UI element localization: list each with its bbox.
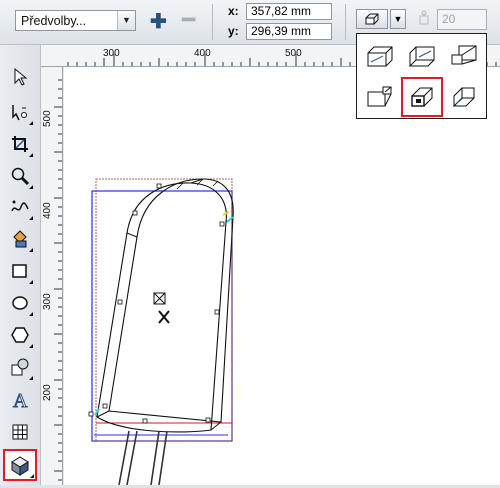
remove-preset-button[interactable]: ━ xyxy=(182,7,195,33)
extrude-tool-icon[interactable] xyxy=(3,449,37,481)
extruded-object[interactable] xyxy=(62,67,500,486)
smart-fill-tool-icon[interactable] xyxy=(6,225,34,253)
preset-dropdown[interactable]: Předvolby... ▼ xyxy=(15,10,136,31)
zoom-tool-icon[interactable] xyxy=(6,162,34,190)
extrusion-type-button[interactable] xyxy=(356,9,388,29)
chevron-down-icon[interactable]: ▼ xyxy=(117,11,135,30)
x-label: x: xyxy=(228,4,239,18)
extrusion-small-front-icon[interactable] xyxy=(402,37,442,75)
ruler-label-300-v: 300 xyxy=(42,293,53,310)
extrusion-type-icon xyxy=(365,13,379,25)
text-tool-icon[interactable]: A xyxy=(6,386,34,414)
extrusion-big-front-icon[interactable] xyxy=(360,78,400,116)
table-tool-icon[interactable] xyxy=(6,418,34,446)
vertical-ruler[interactable]: 500 400 300 200 xyxy=(41,67,63,485)
ruler-label-400-v: 400 xyxy=(42,202,53,219)
preset-value: Předvolby... xyxy=(21,14,87,28)
ruler-label-500-v: 500 xyxy=(42,110,53,127)
add-preset-button[interactable]: ✚ xyxy=(150,9,167,34)
pick-tool-icon[interactable] xyxy=(6,63,34,91)
extrusion-back-parallel-icon[interactable] xyxy=(401,77,443,117)
extrusion-type-popup xyxy=(356,33,487,119)
ruler-label-400: 400 xyxy=(194,48,211,59)
separator xyxy=(212,4,213,40)
crop-tool-icon[interactable] xyxy=(6,130,34,158)
extrusion-depth-field[interactable]: 20 xyxy=(437,9,487,30)
basic-shapes-tool-icon[interactable] xyxy=(6,353,34,381)
separator xyxy=(345,4,346,40)
y-coordinate-field[interactable]: 296,39 mm xyxy=(246,23,332,40)
extrusion-big-back-icon[interactable] xyxy=(444,37,484,75)
ruler-label-500: 500 xyxy=(285,48,302,59)
vertical-ruler-ticks xyxy=(54,79,62,481)
ruler-label-300: 300 xyxy=(103,48,120,59)
ruler-label-200-v: 200 xyxy=(42,384,53,401)
svg-text:A: A xyxy=(13,390,28,411)
polygon-tool-icon[interactable] xyxy=(6,321,34,349)
drawing-canvas[interactable] xyxy=(62,67,500,486)
extrusion-type-dropdown[interactable]: ▼ xyxy=(390,9,406,29)
ellipse-tool-icon[interactable] xyxy=(6,289,34,317)
shape-tool-icon[interactable] xyxy=(6,98,34,126)
freehand-tool-icon[interactable] xyxy=(6,193,34,221)
vanishing-point-icon xyxy=(416,10,434,31)
rectangle-tool-icon[interactable] xyxy=(6,257,34,285)
x-coordinate-field[interactable]: 357,82 mm xyxy=(246,3,332,20)
toolbox: A xyxy=(0,45,41,485)
extrusion-front-parallel-icon[interactable] xyxy=(444,78,484,116)
y-label: y: xyxy=(228,24,239,38)
extrusion-small-back-icon[interactable] xyxy=(360,37,400,75)
